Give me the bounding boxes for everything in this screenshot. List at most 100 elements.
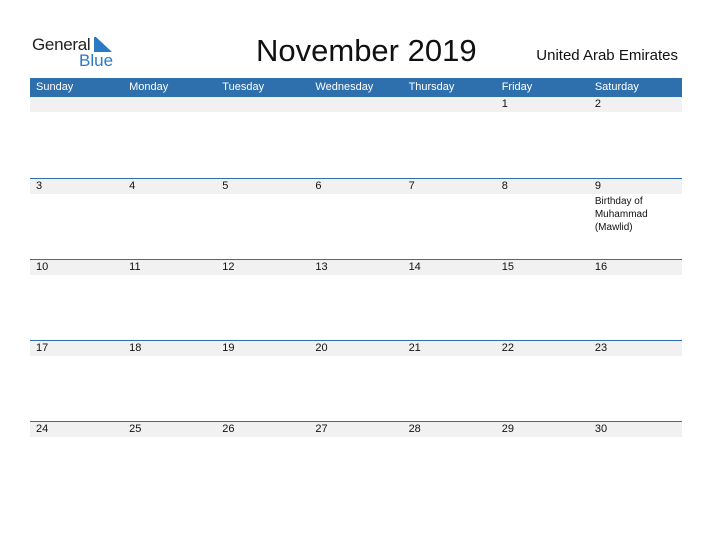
day-cell: 29 bbox=[495, 422, 589, 502]
holiday-event bbox=[216, 356, 309, 357]
day-number bbox=[402, 97, 496, 112]
day-cell bbox=[402, 97, 496, 178]
day-cell: 11 bbox=[123, 260, 217, 340]
holiday-event bbox=[589, 112, 682, 113]
day-number bbox=[216, 97, 310, 112]
holiday-event bbox=[216, 112, 309, 113]
holiday-event bbox=[309, 356, 402, 357]
day-number: 20 bbox=[309, 341, 403, 356]
weekday-friday: Friday bbox=[501, 81, 533, 93]
day-number: 3 bbox=[30, 179, 124, 194]
day-cell: 19 bbox=[216, 341, 310, 421]
day-number: 14 bbox=[402, 260, 496, 275]
day-number: 16 bbox=[588, 260, 682, 275]
day-cell: 8 bbox=[495, 179, 589, 259]
holiday-event bbox=[309, 112, 402, 113]
weekday-saturday: Saturday bbox=[594, 81, 639, 93]
day-cell bbox=[309, 97, 403, 178]
holiday-event bbox=[309, 194, 402, 195]
day-number: 13 bbox=[309, 260, 403, 275]
day-number: 28 bbox=[402, 422, 496, 437]
day-cell: 27 bbox=[309, 422, 403, 502]
day-cell: 15 bbox=[495, 260, 589, 340]
day-cell: 3 bbox=[30, 179, 124, 259]
day-cell: 21 bbox=[402, 341, 496, 421]
week-row: 12 bbox=[30, 97, 682, 178]
day-cell: 16 bbox=[588, 260, 682, 340]
holiday-event bbox=[123, 194, 216, 195]
day-number: 11 bbox=[123, 260, 217, 275]
holiday-event bbox=[589, 437, 682, 438]
holiday-event bbox=[216, 275, 309, 276]
day-number: 17 bbox=[30, 341, 124, 356]
day-cell: 7 bbox=[402, 179, 496, 259]
week-row: 10 11 12 13 14 15 16 bbox=[30, 259, 682, 340]
day-number: 8 bbox=[495, 179, 589, 194]
holiday-event bbox=[30, 112, 123, 113]
day-cell: 26 bbox=[216, 422, 310, 502]
day-cell: 22 bbox=[495, 341, 589, 421]
logo-text-blue: Blue bbox=[79, 51, 114, 70]
day-cell: 10 bbox=[30, 260, 124, 340]
weeks-container: 1 2 3 4 5 6 7 8 9 Birthday of Muhammad (Mawlid) 10… bbox=[30, 97, 682, 502]
weekday-thursday: Thursday bbox=[408, 81, 455, 93]
holiday-event bbox=[30, 437, 123, 438]
day-number: 10 bbox=[30, 260, 124, 275]
holiday-event bbox=[309, 437, 402, 438]
holiday-event bbox=[403, 437, 496, 438]
day-cell: 28 bbox=[402, 422, 496, 502]
day-number: 30 bbox=[588, 422, 682, 437]
logo-flag-icon bbox=[96, 37, 112, 52]
weekday-monday: Monday bbox=[129, 81, 169, 93]
week-days: 17 18 19 20 21 22 23 bbox=[30, 341, 682, 421]
day-number bbox=[309, 97, 403, 112]
holiday-event bbox=[403, 194, 496, 195]
day-cell: 2 bbox=[588, 97, 682, 178]
holiday-event bbox=[216, 194, 309, 195]
week-days: 3 4 5 6 7 8 9 Birthday of Muhammad (Mawlid) bbox=[30, 179, 682, 259]
holiday-event bbox=[496, 112, 589, 113]
day-cell: 25 bbox=[123, 422, 217, 502]
day-number: 21 bbox=[402, 341, 496, 356]
holiday-event bbox=[123, 275, 216, 276]
week-days: 12 bbox=[30, 97, 682, 178]
day-cell: 17 bbox=[30, 341, 124, 421]
brand-logo: General Blue bbox=[32, 35, 122, 71]
day-number: 29 bbox=[495, 422, 589, 437]
calendar-grid: Sunday Monday Tuesday Wednesday Thursday… bbox=[30, 78, 682, 502]
holiday-event bbox=[496, 437, 589, 438]
day-cell bbox=[30, 97, 124, 178]
holiday-event bbox=[123, 437, 216, 438]
day-cell: 4 bbox=[123, 179, 217, 259]
day-number: 22 bbox=[495, 341, 589, 356]
day-number: 26 bbox=[216, 422, 310, 437]
day-number: 27 bbox=[309, 422, 403, 437]
day-cell: 6 bbox=[309, 179, 403, 259]
day-cell: 9 Birthday of Muhammad (Mawlid) bbox=[588, 179, 682, 259]
week-row: 17 18 19 20 21 22 23 bbox=[30, 340, 682, 421]
week-days: 24 25 26 27 28 29 30 bbox=[30, 422, 682, 502]
holiday-event bbox=[403, 112, 496, 113]
day-cell bbox=[123, 97, 217, 178]
day-cell: 18 bbox=[123, 341, 217, 421]
day-number: 1 bbox=[495, 97, 589, 112]
weekday-tuesday: Tuesday bbox=[222, 81, 265, 93]
day-number: 6 bbox=[309, 179, 403, 194]
day-number: 4 bbox=[123, 179, 217, 194]
day-number: 25 bbox=[123, 422, 217, 437]
day-cell: 12 bbox=[216, 260, 310, 340]
holiday-event bbox=[496, 275, 589, 276]
holiday-event bbox=[403, 356, 496, 357]
day-number bbox=[123, 97, 217, 112]
week-row: 24 25 26 27 28 29 30 bbox=[30, 421, 682, 502]
holiday-event bbox=[496, 356, 589, 357]
day-cell: 30 bbox=[588, 422, 682, 502]
day-cell: 5 bbox=[216, 179, 310, 259]
page-title: November 2019 bbox=[256, 33, 477, 68]
day-number: 18 bbox=[123, 341, 217, 356]
week-days: 10 11 12 13 14 15 16 bbox=[30, 260, 682, 340]
day-number: 23 bbox=[588, 341, 682, 356]
holiday-event bbox=[309, 275, 402, 276]
day-cell: 1 bbox=[495, 97, 589, 178]
holiday-event bbox=[30, 356, 123, 357]
